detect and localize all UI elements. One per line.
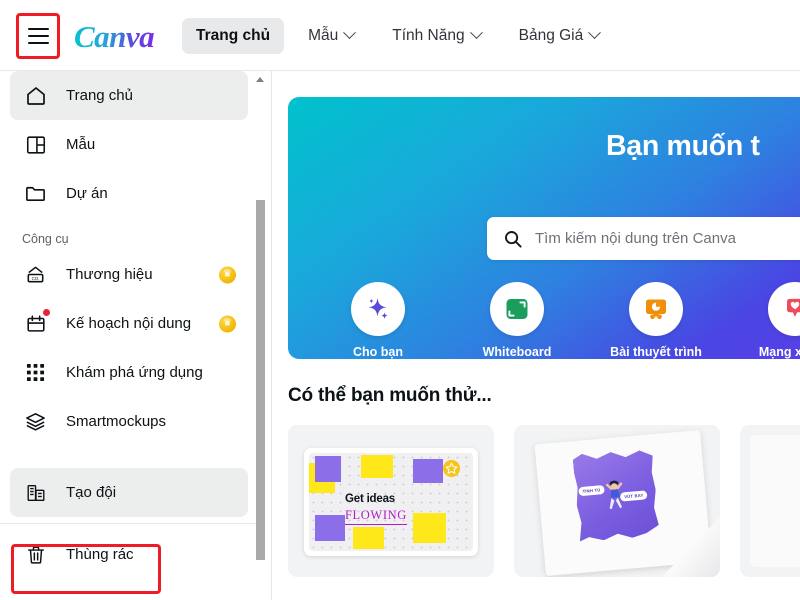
sidebar-item-discover-apps-label: Khám phá ứng dụng: [66, 364, 203, 381]
apps-grid-icon: [22, 359, 49, 386]
chevron-down-icon: [469, 26, 483, 40]
category-for-you[interactable]: Cho bạn: [340, 282, 416, 359]
sticky-note: [353, 527, 384, 549]
sidebar-item-brand-label: Thương hiệu: [66, 266, 153, 283]
sidebar: Trang chủ Mẫu Dự án Công cụ CO. Thương h…: [0, 71, 272, 600]
whiteboard-headline-2: FLOWING: [345, 508, 407, 525]
presentation-thumbnail: [750, 435, 800, 567]
nav-item-home[interactable]: Trang chủ: [182, 17, 285, 54]
presentation-icon: [629, 282, 683, 336]
hero-title: Bạn muốn t: [606, 130, 760, 162]
social-heart-icon: [768, 282, 800, 336]
layers-icon: [22, 408, 49, 435]
sidebar-item-projects[interactable]: Dự án: [10, 169, 248, 218]
sidebar-item-smartmockups[interactable]: Smartmockups: [10, 397, 248, 446]
category-whiteboard-label: Whiteboard: [482, 345, 552, 359]
suggestion-card-presentation[interactable]: Thuyết t: [740, 425, 800, 577]
category-social-media-label: Mạng xã hội: [758, 345, 800, 359]
top-navigation-bar: Canva Trang chủ Mẫu Tính Năng Bảng Giá: [0, 0, 800, 71]
whiteboard-canvas: Get ideas FLOWING: [309, 453, 473, 551]
nav-item-home-label: Trang chủ: [196, 26, 271, 44]
main-nav: Trang chủ Mẫu Tính Năng Bảng Giá: [182, 0, 613, 71]
nav-item-pricing-label: Bảng Giá: [518, 26, 584, 44]
hamburger-menu-button[interactable]: [17, 14, 59, 58]
whiteboard-icon: [490, 282, 544, 336]
sidebar-scrollbar[interactable]: [256, 71, 265, 600]
canva-homepage: Canva Trang chủ Mẫu Tính Năng Bảng Giá T…: [0, 0, 800, 600]
sidebar-item-templates-label: Mẫu: [66, 136, 96, 153]
pro-crown-badge: ♛: [219, 266, 236, 283]
sidebar-item-trash[interactable]: Thùng rác: [10, 530, 248, 579]
sidebar-item-home-label: Trang chủ: [66, 87, 133, 104]
sidebar-item-trash-label: Thùng rác: [66, 546, 134, 563]
sidebar-item-content-planner[interactable]: Kế hoạch nội dung ♛: [10, 299, 248, 348]
suggestion-cards: Get ideas FLOWING Whiteboard: [288, 425, 800, 577]
sidebar-divider: [0, 523, 258, 524]
search-input[interactable]: Tìm kiếm nội dung trên Canva: [487, 217, 800, 260]
canva-logo[interactable]: Canva: [74, 19, 155, 55]
sidebar-section-tools-label: Công cụ: [22, 232, 69, 246]
flyer-pill-left: TINH TÚ: [578, 485, 605, 496]
suggestion-card-flyer[interactable]: TINH TÚ VÚT BAY Áp phích: [514, 425, 720, 577]
hero-category-row: Cho bạn Whiteboard Bài thuyết trình Mạng…: [340, 282, 800, 359]
sidebar-item-create-team-label: Tạo đội: [66, 484, 117, 501]
sidebar-item-content-planner-label: Kế hoạch nội dung: [66, 315, 192, 332]
folder-icon: [22, 180, 49, 207]
template-icon: [22, 131, 49, 158]
nav-item-templates-label: Mẫu: [308, 26, 339, 44]
flyer-pill-right: VÚT BAY: [620, 490, 648, 501]
hero-banner: Bạn muốn t Tìm kiếm nội dung trên Canva: [288, 97, 800, 359]
sticky-note: [361, 455, 393, 478]
sidebar-list: Trang chủ Mẫu Dự án Công cụ CO. Thương h…: [0, 71, 258, 579]
sparkle-icon: [351, 282, 405, 336]
hamburger-icon: [27, 27, 49, 45]
svg-text:CO.: CO.: [32, 276, 40, 281]
pro-crown-badge: ♛: [219, 315, 236, 332]
sidebar-item-home[interactable]: Trang chủ: [10, 71, 248, 120]
suggestion-card-whiteboard[interactable]: Get ideas FLOWING Whiteboard: [288, 425, 494, 577]
star-badge-icon: [442, 459, 461, 478]
whiteboard-headline-1: Get ideas: [345, 493, 395, 505]
search-placeholder-text: Tìm kiếm nội dung trên Canva: [535, 230, 736, 247]
category-presentation[interactable]: Bài thuyết trình: [610, 282, 702, 359]
category-social-media[interactable]: Mạng xã hội: [757, 282, 800, 359]
search-icon: [503, 229, 523, 249]
nav-item-features-label: Tính Năng: [392, 26, 465, 44]
category-for-you-label: Cho bạn: [353, 345, 403, 359]
notification-dot: [43, 309, 50, 316]
category-whiteboard[interactable]: Whiteboard: [479, 282, 555, 359]
sidebar-item-create-team[interactable]: Tạo đội: [10, 468, 248, 517]
sidebar-item-brand[interactable]: CO. Thương hiệu ♛: [10, 250, 248, 299]
flyer-artwork: TINH TÚ VÚT BAY: [572, 448, 659, 543]
content-planner-icon: [22, 309, 50, 337]
sidebar-item-projects-label: Dự án: [66, 185, 108, 202]
sticky-note: [413, 513, 446, 543]
sticky-note: [413, 459, 443, 483]
sticky-note: [315, 456, 341, 482]
nav-item-features[interactable]: Tính Năng: [378, 18, 494, 54]
suggestions-section-title: Có thể bạn muốn thử...: [288, 385, 492, 406]
scrollbar-thumb[interactable]: [256, 200, 265, 560]
chevron-down-icon: [588, 26, 602, 40]
sticky-note: [315, 515, 345, 541]
sidebar-item-discover-apps[interactable]: Khám phá ứng dụng: [10, 348, 248, 397]
scroll-up-arrow-icon[interactable]: [256, 75, 265, 84]
trash-icon: [22, 541, 49, 568]
brand-kit-icon: CO.: [22, 261, 49, 288]
category-presentation-label: Bài thuyết trình: [610, 345, 702, 359]
main-content: Bạn muốn t Tìm kiếm nội dung trên Canva: [273, 71, 800, 600]
whiteboard-thumbnail: Get ideas FLOWING: [304, 448, 478, 556]
home-icon: [22, 82, 49, 109]
sidebar-item-templates[interactable]: Mẫu: [10, 120, 248, 169]
team-building-icon: [22, 479, 49, 506]
nav-item-pricing[interactable]: Bảng Giá: [505, 18, 614, 54]
nav-item-templates[interactable]: Mẫu: [294, 18, 368, 54]
sidebar-item-smartmockups-label: Smartmockups: [66, 413, 167, 430]
chevron-down-icon: [343, 26, 357, 40]
